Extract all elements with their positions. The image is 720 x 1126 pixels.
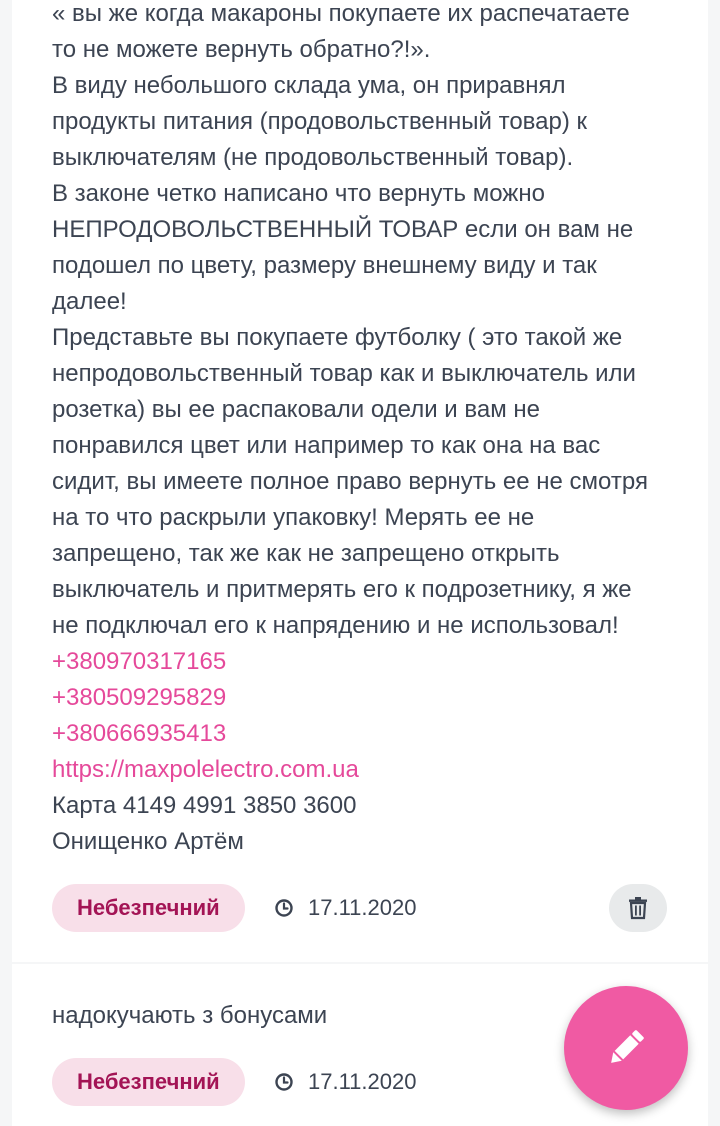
website-link[interactable]: https://maxpolelectro.com.ua [52,752,682,788]
review-text-line: непродовольственный товар как и выключат… [52,360,636,387]
review-date: 17.11.2020 [274,884,416,932]
card-number-text: Карта 4149 4991 3850 3600 [52,792,357,819]
review-text-line: далее! [52,288,127,315]
review-text-line: продукты питания (продовольственный това… [52,108,588,135]
author-name: Онищенко Артём [52,828,244,855]
phone-link[interactable]: +380970317165 [52,644,682,680]
review-text-line: В законе четко написано что вернуть можн… [52,180,545,207]
review-text-line: подошел по цвету, размеру внешнему виду … [52,252,597,279]
review-text-line: розетка) вы ее распаковали одели и вам н… [52,396,540,423]
review-text-line: на то что раскрыли упаковку! Мерять ее н… [52,504,535,531]
review-text-line: Представьте вы покупаете футболку ( это … [52,324,623,351]
delete-button[interactable] [609,884,667,932]
review-date: 17.11.2020 [274,1058,416,1106]
review-text-line: запрещено, так же как не запрещено откры… [52,540,560,567]
review-text-line: сидит, вы имеете полное право вернуть ее… [52,468,648,495]
review-date-text: 17.11.2020 [308,895,417,920]
status-badge: Небезпечний [52,1058,245,1106]
review-text-line: НЕПРОДОВОЛЬСТВЕННЫЙ ТОВАР если он вам не [52,216,634,243]
review-text-line: « вы же когда макароны покупаете их расп… [52,0,630,27]
phone-link[interactable]: +380509295829 [52,680,682,716]
status-badge: Небезпечний [52,884,245,932]
review-text-line: то не можете вернуть обратно?!». [52,36,431,63]
review-text-line: В виду небольшого склада ума, он приравн… [52,72,566,99]
review-text: « вы же когда макароны покупаете их расп… [52,0,682,860]
review-card: « вы же когда макароны покупаете их расп… [12,0,708,962]
review-text-line: выключатель и притмерять его к подрозетн… [52,576,632,603]
review-text-line: понравился цвет или например то как она … [52,432,601,459]
review-text-line: выключателям (не продовольственный товар… [52,144,574,171]
clock-icon [275,899,293,917]
pencil-icon [611,1030,644,1063]
clock-icon [275,1073,293,1091]
phone-link[interactable]: +380666935413 [52,716,682,752]
review-text-line: не подключал его к напрядению и не испол… [52,612,619,639]
write-review-button[interactable] [564,986,688,1110]
review-date-text: 17.11.2020 [308,1069,417,1094]
reviews-screen: « вы же когда макароны покупаете их расп… [0,0,720,1126]
trash-icon [629,897,647,920]
